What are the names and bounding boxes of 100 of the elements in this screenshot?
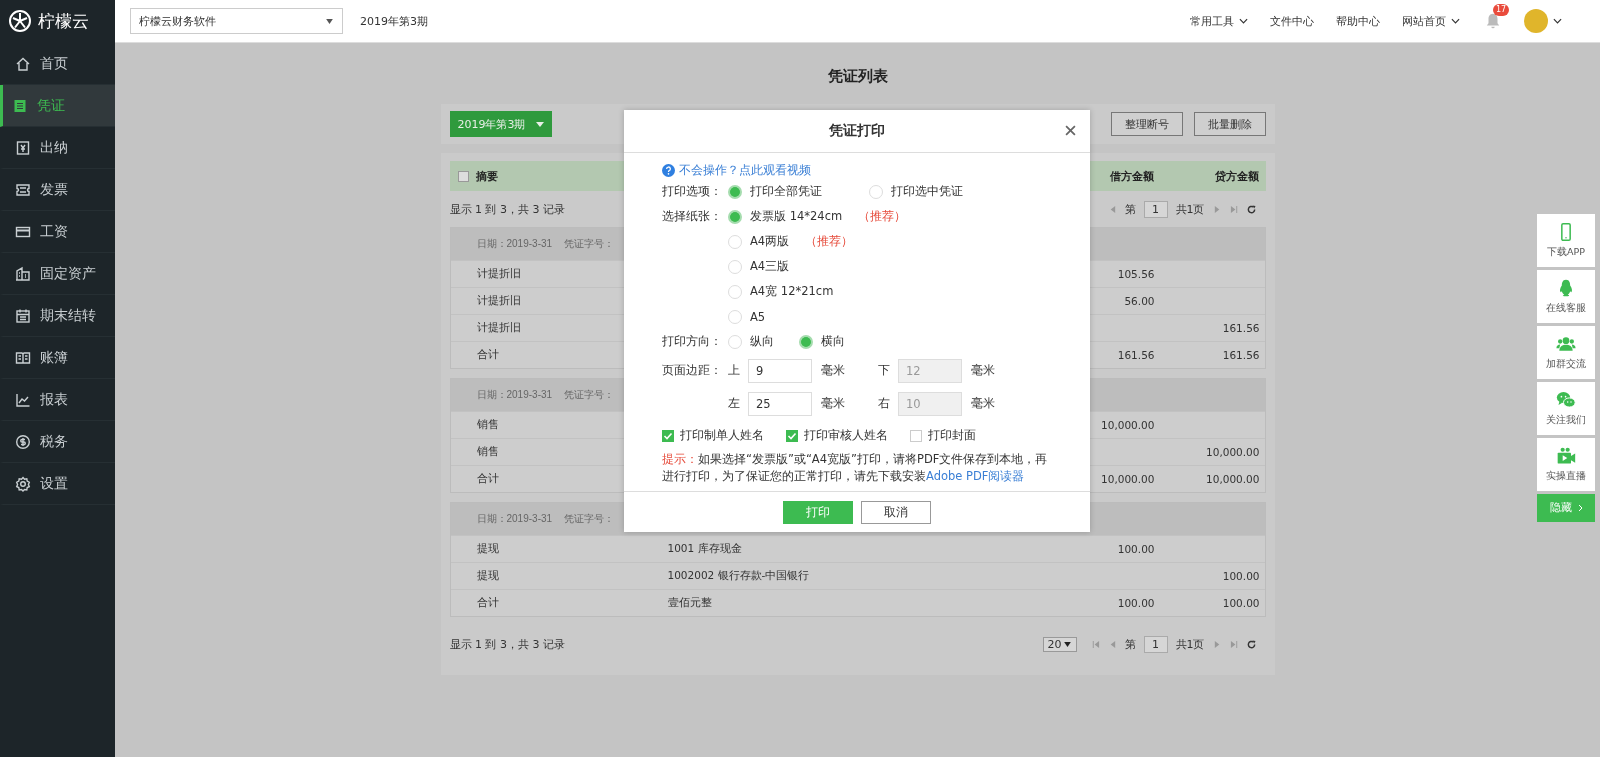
- checkbox[interactable]: [786, 429, 798, 442]
- last-page-icon[interactable]: [1229, 204, 1239, 214]
- table-cell-text: 提现: [476, 569, 500, 583]
- next-page-icon[interactable]: [1212, 639, 1222, 649]
- table-cell: 10,000.00: [1206, 473, 1260, 485]
- last-page-icon[interactable]: [1229, 639, 1239, 649]
- refresh-icon[interactable]: [1246, 639, 1256, 649]
- toolbar-button[interactable]: 批量删除: [1193, 112, 1266, 136]
- avatar[interactable]: [1524, 9, 1548, 33]
- select-all-checkbox[interactable]: [457, 170, 469, 182]
- checkbox-label: 打印封面: [928, 428, 976, 443]
- option-label: 打印选中凭证: [891, 184, 963, 199]
- unit-label: 毫米: [821, 363, 846, 378]
- dropdown-triangle-icon: [325, 18, 334, 24]
- field-label: 打印方向：: [662, 334, 723, 349]
- table-cell-text: 合计: [476, 596, 500, 610]
- table-cell: 100.00: [1222, 570, 1260, 582]
- radio-button[interactable]: [728, 184, 742, 199]
- table-cell: 161.56: [1222, 322, 1260, 334]
- toolbar-button[interactable]: 整理断号: [1110, 112, 1183, 136]
- menu-link[interactable]: 常用工具: [1190, 13, 1234, 29]
- first-page-icon[interactable]: [1090, 639, 1100, 649]
- table-cell: 161.56: [1117, 349, 1155, 361]
- margin-side-label: 右: [878, 396, 891, 411]
- option-label: 打印全部凭证: [750, 184, 822, 199]
- radio-button[interactable]: [728, 309, 742, 324]
- side-service-button[interactable]: 实操直播: [1537, 438, 1595, 491]
- chat-bubbles-icon: [1556, 390, 1576, 410]
- margin-side-label: 上: [728, 363, 741, 378]
- radio-button[interactable]: [799, 334, 813, 349]
- unit-label: 毫米: [971, 363, 996, 378]
- sidebar-item[interactable]: 凭证: [0, 85, 115, 127]
- page-label: 第: [1124, 636, 1136, 652]
- close-icon[interactable]: [1065, 125, 1076, 136]
- menu-link[interactable]: 帮助中心: [1336, 13, 1380, 29]
- settings-icon: [15, 475, 31, 492]
- pdf-reader-link[interactable]: Adobe PDF阅读器: [926, 469, 1025, 483]
- menu-link[interactable]: 文件中心: [1270, 13, 1314, 29]
- table-cell-text: 提现: [476, 542, 500, 556]
- field-label: 页面边距：: [662, 363, 722, 377]
- table-cell: 161.56: [1222, 349, 1260, 361]
- side-service-button[interactable]: 下载APP: [1537, 214, 1595, 267]
- voucher-number-label: 凭证字号：: [564, 512, 615, 526]
- people-icon: [1556, 334, 1576, 354]
- table-cell-text: 销售: [476, 445, 500, 459]
- checkbox[interactable]: [910, 429, 922, 442]
- radio-button[interactable]: [728, 334, 742, 349]
- checkbox[interactable]: [662, 429, 674, 442]
- page-input[interactable]: 1: [1143, 200, 1168, 218]
- radio-button[interactable]: [728, 209, 742, 224]
- side-service-button[interactable]: 在线客服: [1537, 270, 1595, 323]
- help-video-link[interactable]: 不会操作？点此观看视频: [679, 162, 811, 178]
- dropdown-triangle-icon: [1062, 641, 1072, 647]
- radio-button[interactable]: [728, 284, 742, 299]
- book-icon: [15, 349, 31, 366]
- side-service-button[interactable]: 加群交流: [1537, 326, 1595, 379]
- table-cell: 10,000.00: [1101, 419, 1155, 431]
- voucher-number-label: 凭证字号：: [564, 388, 615, 402]
- checkbox-label: 打印审核人姓名: [804, 428, 888, 443]
- radio-button[interactable]: [728, 259, 742, 274]
- table-cell-text: 计提折旧: [476, 294, 522, 308]
- print-hint: 提示：如果选择“发票版”或“A4宽版”打印，请将PDF文件保存到本地，再进行打印，为了保证您的正常打印，请先下载安装Adobe PDF阅读器: [662, 451, 1049, 485]
- app-logo-text: 柠檬云: [38, 9, 89, 33]
- unit-label: 毫米: [821, 396, 846, 411]
- next-page-icon[interactable]: [1212, 204, 1222, 214]
- margin-side-label: 下: [878, 363, 891, 378]
- voucher-number-label: 凭证字号：: [564, 237, 615, 251]
- table-cell: 100.00: [1117, 543, 1155, 555]
- page-input[interactable]: 1: [1143, 635, 1168, 653]
- table-cell: 壹佰元整: [667, 596, 712, 608]
- building-icon: [15, 265, 31, 282]
- radio-button[interactable]: [869, 184, 883, 199]
- option-label: A4宽 12*21cm: [750, 284, 834, 299]
- table-cell: 56.00: [1124, 295, 1155, 307]
- recommended-tag: （推荐）: [805, 234, 854, 249]
- table-cell: 10,000.00: [1206, 446, 1260, 458]
- option-label: 横向: [821, 334, 845, 349]
- side-service-button[interactable]: 关注我们: [1537, 382, 1595, 435]
- notification-badge: 17: [1493, 4, 1510, 16]
- option-label: A4三版: [750, 259, 790, 274]
- page-total: 共1页: [1175, 636, 1205, 652]
- unit-label: 毫米: [971, 396, 996, 411]
- margin-input[interactable]: 9: [748, 358, 812, 383]
- table-cell-text: 计提折旧: [476, 321, 522, 335]
- bell-icon[interactable]: [1484, 12, 1502, 30]
- table-cell: 1002002 银行存款-中国银行: [667, 569, 810, 581]
- cancel-button[interactable]: 取消: [861, 500, 931, 524]
- chevron-down-icon: [1451, 18, 1460, 24]
- margin-input[interactable]: 25: [748, 391, 812, 416]
- yen-icon: [15, 139, 31, 156]
- period-label: 2019年第3期: [360, 13, 428, 29]
- menu-link[interactable]: 网站首页: [1402, 13, 1446, 29]
- margin-side-label: 左: [728, 396, 741, 411]
- refresh-icon[interactable]: [1246, 204, 1256, 214]
- chevron-down-icon: [1239, 18, 1248, 24]
- radio-button[interactable]: [728, 234, 742, 249]
- ticket-icon: [15, 181, 31, 198]
- page-size-select[interactable]: 20: [1042, 636, 1077, 652]
- company-select[interactable]: 柠檬云财务软件: [130, 8, 343, 34]
- column-header: 贷方金额: [1213, 168, 1259, 184]
